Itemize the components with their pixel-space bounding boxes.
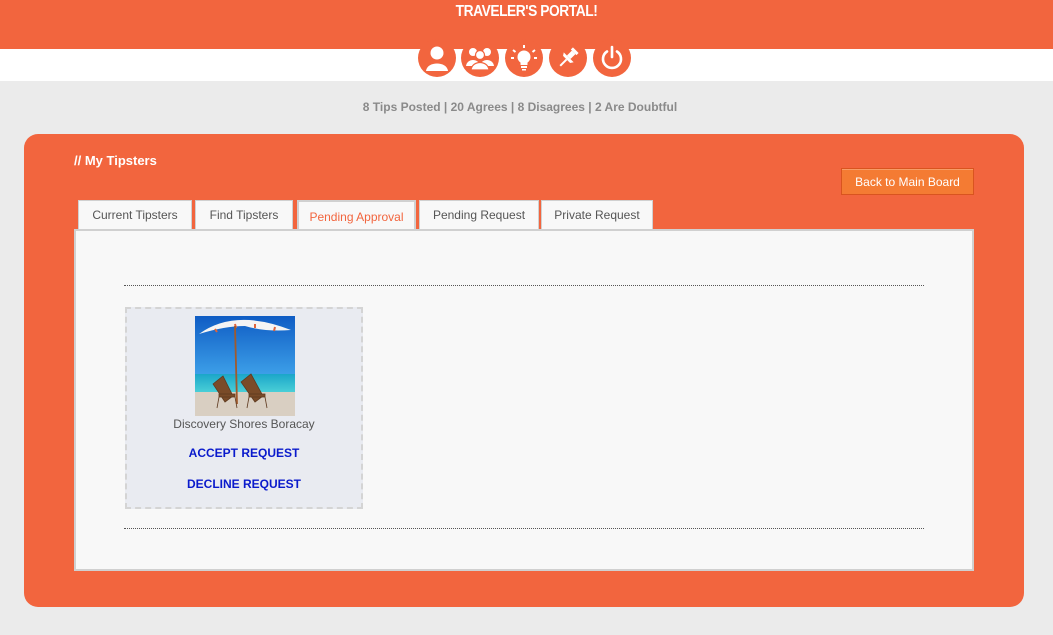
- profile-icon[interactable]: [418, 39, 456, 77]
- tab-pending-approval[interactable]: Pending Approval: [297, 200, 416, 231]
- tab-private-request[interactable]: Private Request: [541, 200, 653, 229]
- group-icon[interactable]: [461, 39, 499, 77]
- pin-icon[interactable]: [549, 39, 587, 77]
- lightbulb-icon[interactable]: [505, 39, 543, 77]
- portal-title: TRAVELER'S PORTAL!: [455, 3, 598, 20]
- back-to-main-board-button[interactable]: Back to Main Board: [841, 168, 974, 195]
- tipster-card: Discovery Shores Boracay ACCEPT REQUEST …: [125, 307, 363, 509]
- tipster-name: Discovery Shores Boracay: [173, 417, 315, 431]
- top-divider: [124, 285, 924, 286]
- icon-nav: [416, 39, 636, 79]
- tab-find-tipsters[interactable]: Find Tipsters: [195, 200, 293, 229]
- tab-current-tipsters[interactable]: Current Tipsters: [78, 200, 192, 229]
- decline-request-link[interactable]: DECLINE REQUEST: [127, 477, 361, 491]
- accept-request-link[interactable]: ACCEPT REQUEST: [127, 446, 361, 460]
- tipster-photo: [195, 316, 295, 416]
- tab-content: Discovery Shores Boracay ACCEPT REQUEST …: [74, 229, 974, 571]
- panel-title: // My Tipsters: [74, 153, 157, 168]
- stats-summary: 8 Tips Posted | 20 Agrees | 8 Disagrees …: [362, 100, 678, 114]
- my-tipsters-panel: // My Tipsters Back to Main Board Curren…: [24, 134, 1024, 607]
- bottom-divider: [124, 528, 924, 529]
- tab-pending-request[interactable]: Pending Request: [419, 200, 539, 229]
- power-icon[interactable]: [593, 39, 631, 77]
